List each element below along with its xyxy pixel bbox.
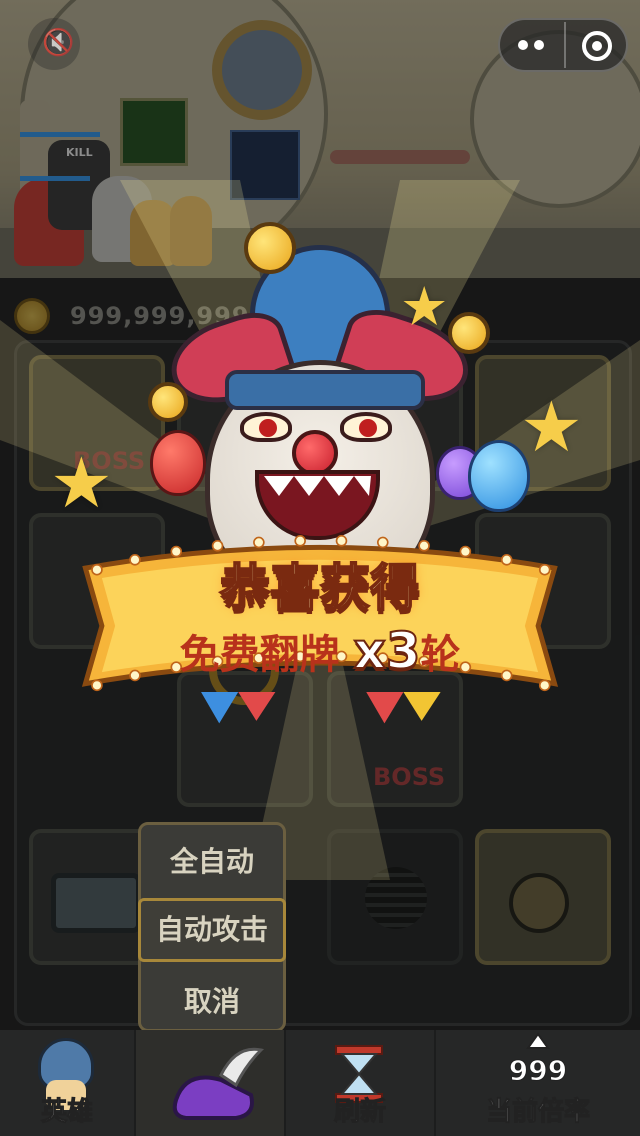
multiplier-panel[interactable]: 999 当前倍率 xyxy=(436,1030,640,1136)
close-icon[interactable] xyxy=(580,29,614,63)
winged-shoe-icon xyxy=(172,1047,265,1120)
light-rays xyxy=(0,180,640,880)
menu-item-full-auto[interactable]: 全自动 xyxy=(138,840,286,882)
tab-refresh[interactable]: 刷新 xyxy=(286,1030,436,1136)
reward-rounds-suffix: 轮 xyxy=(420,632,461,678)
reward-title: 恭喜获得 xyxy=(219,558,421,618)
reward-subtitle: 免费翻牌 x3轮 xyxy=(0,621,640,681)
more-icon[interactable] xyxy=(514,30,548,60)
mini-program-capsule xyxy=(498,18,628,72)
arrow-up-icon xyxy=(526,1032,550,1049)
multiplier-value: 999 xyxy=(508,1054,568,1088)
tab-hero-label: 英雄 xyxy=(40,1097,93,1128)
menu-item-cancel[interactable]: 取消 xyxy=(138,980,286,1022)
multiplier-label: 当前倍率 xyxy=(485,1097,590,1128)
reward-multiplier: x3 xyxy=(352,621,421,681)
menu-item-auto-attack[interactable]: 自动攻击 xyxy=(138,898,286,962)
mute-icon: 🔇 xyxy=(42,28,75,58)
reward-description: 免费翻牌 xyxy=(179,632,340,678)
tab-refresh-label: 刷新 xyxy=(333,1097,386,1128)
tab-skill[interactable] xyxy=(136,1030,286,1136)
mute-button[interactable]: 🔇 xyxy=(28,18,80,70)
tab-hero[interactable]: 英雄 xyxy=(0,1030,136,1136)
